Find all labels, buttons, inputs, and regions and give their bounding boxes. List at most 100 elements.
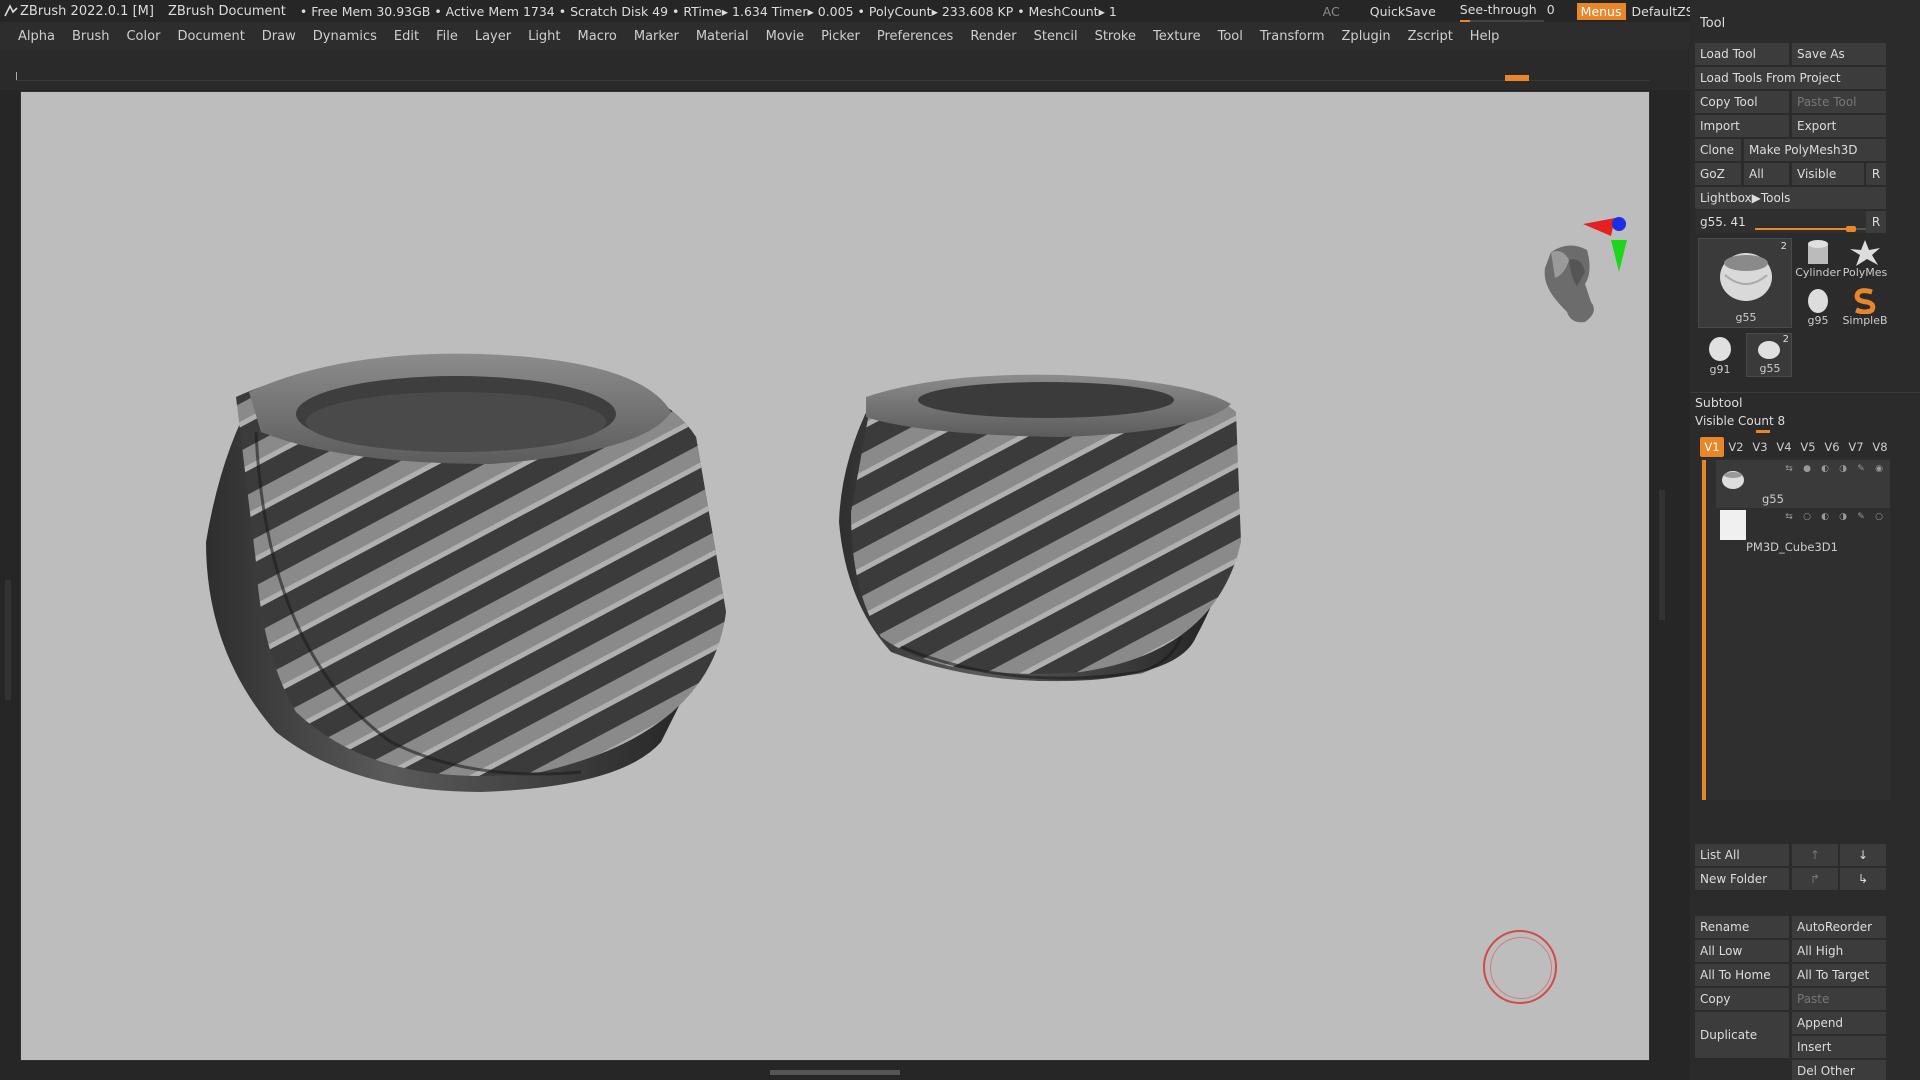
visibility-tab-v6[interactable]: V6 — [1820, 437, 1844, 457]
menu-stroke[interactable]: Stroke — [1095, 29, 1136, 44]
document-canvas[interactable] — [20, 91, 1650, 1061]
lock-icon[interactable]: ◑ — [1836, 464, 1850, 474]
right-tray-grip[interactable] — [1659, 490, 1665, 620]
quicksave-button[interactable]: QuickSave — [1370, 4, 1436, 19]
visibility-tab-v4[interactable]: V4 — [1772, 437, 1796, 457]
list-all-button[interactable]: List All — [1695, 844, 1789, 866]
goz-r-button[interactable]: R — [1866, 163, 1886, 185]
solo-icon[interactable]: ◐ — [1818, 464, 1832, 474]
menu-file[interactable]: File — [436, 29, 458, 44]
menu-zscript[interactable]: Zscript — [1408, 29, 1453, 44]
all-to-home-button[interactable]: All To Home — [1695, 964, 1789, 986]
polypaint-icon[interactable]: ● — [1800, 464, 1814, 474]
duplicate-button[interactable]: Duplicate — [1695, 1012, 1789, 1058]
all-low-button[interactable]: All Low — [1695, 940, 1789, 962]
visibility-tab-v1[interactable]: V1 — [1700, 437, 1724, 457]
menus-toggle-button[interactable]: Menus — [1576, 2, 1626, 20]
tool-r-button[interactable]: R — [1866, 211, 1886, 233]
lightbox-tools-button[interactable]: Lightbox▶Tools — [1695, 187, 1886, 209]
tool-thumb-g95[interactable]: g95 — [1796, 286, 1840, 328]
export-button[interactable]: Export — [1792, 115, 1886, 137]
current-tool-knob[interactable] — [1846, 226, 1856, 232]
menu-zplugin[interactable]: Zplugin — [1342, 29, 1391, 44]
tool-thumb-simplebrush[interactable]: SimpleB — [1842, 286, 1888, 328]
all-high-button[interactable]: All High — [1792, 940, 1886, 962]
eye-icon[interactable]: ◉ — [1872, 464, 1886, 474]
clone-button[interactable]: Clone — [1695, 139, 1741, 161]
polypaint-icon[interactable]: ○ — [1800, 512, 1814, 522]
menu-material[interactable]: Material — [696, 29, 749, 44]
menu-picker[interactable]: Picker — [821, 29, 860, 44]
solo-icon[interactable]: ◐ — [1818, 512, 1832, 522]
insert-button[interactable]: Insert — [1792, 1036, 1886, 1058]
menu-draw[interactable]: Draw — [262, 29, 296, 44]
del-other-button[interactable]: Del Other — [1792, 1060, 1886, 1080]
append-button[interactable]: Append — [1792, 1012, 1886, 1034]
goz-all-button[interactable]: All — [1744, 163, 1789, 185]
all-to-target-button[interactable]: All To Target — [1792, 964, 1886, 986]
load-tools-from-project-button[interactable]: Load Tools From Project — [1695, 67, 1886, 89]
visibility-tab-v3[interactable]: V3 — [1748, 437, 1772, 457]
menu-help[interactable]: Help — [1470, 29, 1500, 44]
eye-icon[interactable]: ○ — [1872, 512, 1886, 522]
shelf-marker[interactable] — [1505, 75, 1529, 81]
menu-brush[interactable]: Brush — [72, 29, 110, 44]
current-tool-slider[interactable]: g55. 41 — [1695, 211, 1883, 233]
make-polymesh3d-button[interactable]: Make PolyMesh3D — [1744, 139, 1886, 161]
brush-icon[interactable]: ✎ — [1854, 512, 1868, 522]
menu-render[interactable]: Render — [970, 29, 1016, 44]
menu-alpha[interactable]: Alpha — [18, 29, 55, 44]
menu-movie[interactable]: Movie — [766, 29, 804, 44]
navigation-gizmo[interactable] — [1519, 212, 1639, 352]
visibility-tab-v8[interactable]: V8 — [1868, 437, 1892, 457]
goz-visible-button[interactable]: Visible — [1792, 163, 1864, 185]
menu-light[interactable]: Light — [528, 29, 560, 44]
tool-thumb-cylinder[interactable]: Cylinder — [1795, 238, 1841, 280]
menu-marker[interactable]: Marker — [634, 29, 679, 44]
menu-color[interactable]: Color — [126, 29, 160, 44]
menu-document[interactable]: Document — [177, 29, 244, 44]
copy-tool-button[interactable]: Copy Tool — [1695, 91, 1789, 113]
menu-transform[interactable]: Transform — [1260, 29, 1325, 44]
visible-count-label[interactable]: Visible Count 8 — [1695, 414, 1785, 428]
subtool-item-pm3d-cube[interactable]: ⇆ ○ ◐ ◑ ✎ ○ PM3D_Cube3D1 — [1716, 508, 1890, 556]
menu-tool[interactable]: Tool — [1218, 29, 1243, 44]
move-down-icon[interactable]: ↓ — [1840, 844, 1886, 866]
folder-out-icon[interactable]: ↱ — [1792, 868, 1838, 890]
folder-action-icon[interactable]: ⇆ — [1782, 464, 1796, 474]
new-folder-button[interactable]: New Folder — [1695, 868, 1789, 890]
goz-button[interactable]: GoZ — [1695, 163, 1741, 185]
visibility-tab-v2[interactable]: V2 — [1724, 437, 1748, 457]
folder-in-icon[interactable]: ↳ — [1840, 868, 1886, 890]
tool-thumb-g91[interactable]: g91 — [1698, 333, 1742, 377]
save-as-button[interactable]: Save As — [1792, 43, 1886, 65]
bottom-tray-handle[interactable] — [770, 1070, 900, 1075]
tool-thumb-g55-main[interactable]: 2 g55 — [1698, 238, 1792, 328]
brush-icon[interactable]: ✎ — [1854, 464, 1868, 474]
tool-thumb-polymesh[interactable]: PolyMes — [1842, 238, 1888, 280]
menu-layer[interactable]: Layer — [475, 29, 511, 44]
left-tray-grip[interactable] — [5, 580, 11, 700]
ac-label[interactable]: AC — [1323, 4, 1340, 19]
import-button[interactable]: Import — [1695, 115, 1789, 137]
menu-preferences[interactable]: Preferences — [877, 29, 953, 44]
subtool-item-g55[interactable]: ⇆ ● ◐ ◑ ✎ ◉ g55 — [1716, 460, 1890, 508]
tool-thumb-g55-small[interactable]: 2 g55 — [1746, 333, 1792, 377]
seethrough-slider[interactable]: See-through 0 — [1459, 2, 1555, 23]
visible-count-knob[interactable] — [1756, 430, 1770, 433]
menu-texture[interactable]: Texture — [1153, 29, 1201, 44]
menu-edit[interactable]: Edit — [394, 29, 419, 44]
move-up-icon[interactable]: ↑ — [1792, 844, 1838, 866]
rename-button[interactable]: Rename — [1695, 916, 1789, 938]
visibility-tab-v7[interactable]: V7 — [1844, 437, 1868, 457]
visibility-tab-v5[interactable]: V5 — [1796, 437, 1820, 457]
folder-action-icon[interactable]: ⇆ — [1782, 512, 1796, 522]
menu-macro[interactable]: Macro — [578, 29, 617, 44]
menu-dynamics[interactable]: Dynamics — [313, 29, 377, 44]
paste-subtool-button[interactable]: Paste — [1792, 988, 1886, 1010]
copy-subtool-button[interactable]: Copy — [1695, 988, 1789, 1010]
load-tool-button[interactable]: Load Tool — [1695, 43, 1789, 65]
paste-tool-button[interactable]: Paste Tool — [1792, 91, 1886, 113]
subtool-title[interactable]: Subtool — [1695, 395, 1742, 410]
subtool-scrollbar[interactable] — [1702, 460, 1706, 800]
